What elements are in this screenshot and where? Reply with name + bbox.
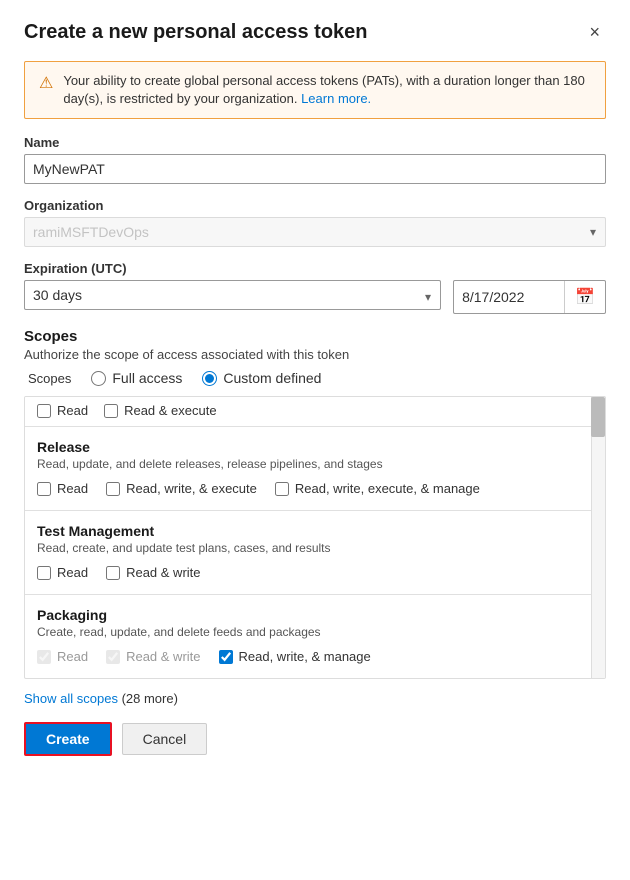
custom-defined-radio[interactable] — [202, 371, 217, 386]
full-access-option[interactable]: Full access — [91, 370, 182, 386]
release-scope-section: Release Read, update, and delete release… — [25, 427, 603, 511]
packaging-read-write-checkbox — [106, 650, 120, 664]
packaging-read-item[interactable]: Read — [37, 649, 88, 664]
partial-read-execute-label: Read & execute — [124, 403, 217, 418]
release-read-write-execute-label: Read, write, & execute — [126, 481, 257, 496]
scrollbar-track[interactable] — [591, 397, 605, 678]
packaging-read-write-item[interactable]: Read & write — [106, 649, 200, 664]
partial-read-item[interactable]: Read — [37, 403, 88, 418]
org-select[interactable]: ramiMSFTDevOps — [24, 217, 606, 247]
test-management-scope-section: Test Management Read, create, and update… — [25, 511, 603, 595]
calendar-icon: 📅 — [575, 289, 595, 306]
test-management-section-desc: Read, create, and update test plans, cas… — [37, 541, 591, 555]
test-read-write-checkbox[interactable] — [106, 566, 120, 580]
scopes-radio-row: Scopes Full access Custom defined — [28, 370, 606, 386]
name-form-group: Name — [24, 135, 606, 184]
full-access-radio[interactable] — [91, 371, 106, 386]
release-full-item[interactable]: Read, write, execute, & manage — [275, 481, 480, 496]
test-read-checkbox[interactable] — [37, 566, 51, 580]
show-all-count: (28 more) — [122, 691, 178, 706]
org-form-group: Organization ramiMSFTDevOps ▾ — [24, 198, 606, 247]
release-read-item[interactable]: Read — [37, 481, 88, 496]
custom-defined-option[interactable]: Custom defined — [202, 370, 321, 386]
show-all-link-text: Show all scopes — [24, 691, 118, 706]
partial-read-execute-checkbox[interactable] — [104, 404, 118, 418]
create-button[interactable]: Create — [24, 722, 112, 756]
test-read-label: Read — [57, 565, 88, 580]
scopes-description: Authorize the scope of access associated… — [24, 347, 606, 362]
scopes-title: Scopes — [24, 328, 606, 345]
date-input-wrapper: 📅 — [453, 280, 606, 314]
expiration-form-group: Expiration (UTC) 30 days 60 days 90 days… — [24, 261, 606, 314]
packaging-read-write-label: Read & write — [126, 649, 200, 664]
release-read-label: Read — [57, 481, 88, 496]
expiration-select[interactable]: 30 days 60 days 90 days 180 days Custom — [24, 280, 441, 310]
full-access-label: Full access — [112, 370, 182, 386]
packaging-read-label: Read — [57, 649, 88, 664]
expiration-row: 30 days 60 days 90 days 180 days Custom … — [24, 280, 606, 314]
test-read-item[interactable]: Read — [37, 565, 88, 580]
partial-read-checkbox[interactable] — [37, 404, 51, 418]
cancel-button[interactable]: Cancel — [122, 723, 208, 755]
expiration-select-wrapper: 30 days 60 days 90 days 180 days Custom … — [24, 280, 441, 314]
test-read-write-label: Read & write — [126, 565, 200, 580]
packaging-read-write-manage-checkbox[interactable] — [219, 650, 233, 664]
warning-icon: ⚠ — [39, 73, 53, 93]
packaging-scope-section: Packaging Create, read, update, and dele… — [25, 595, 603, 678]
release-section-title: Release — [37, 439, 591, 455]
test-management-checkboxes: Read Read & write — [37, 565, 591, 580]
custom-defined-label: Custom defined — [223, 370, 321, 386]
close-button[interactable]: × — [583, 20, 606, 45]
packaging-section-desc: Create, read, update, and delete feeds a… — [37, 625, 591, 639]
warning-text: Your ability to create global personal a… — [63, 72, 591, 108]
name-input[interactable] — [24, 154, 606, 184]
footer-buttons: Create Cancel — [24, 722, 606, 756]
packaging-section-title: Packaging — [37, 607, 591, 623]
calendar-icon-button[interactable]: 📅 — [564, 281, 605, 313]
release-full-checkbox[interactable] — [275, 482, 289, 496]
test-management-section-title: Test Management — [37, 523, 591, 539]
org-label: Organization — [24, 198, 606, 213]
date-input[interactable] — [454, 283, 564, 311]
scopes-section: Scopes Authorize the scope of access ass… — [24, 328, 606, 679]
scopes-content-box: Read Read & execute Release Read, update… — [24, 396, 606, 679]
name-label: Name — [24, 135, 606, 150]
scrollbar-thumb — [591, 397, 605, 437]
create-pat-dialog: Create a new personal access token × ⚠ Y… — [0, 0, 630, 880]
partial-read-label: Read — [57, 403, 88, 418]
top-partial-scope-row: Read Read & execute — [25, 397, 603, 427]
warning-banner: ⚠ Your ability to create global personal… — [24, 61, 606, 119]
release-section-desc: Read, update, and delete releases, relea… — [37, 457, 591, 471]
dialog-title: Create a new personal access token — [24, 21, 368, 44]
org-select-wrapper: ramiMSFTDevOps ▾ — [24, 217, 606, 247]
packaging-read-write-manage-label: Read, write, & manage — [239, 649, 371, 664]
expiration-label: Expiration (UTC) — [24, 261, 606, 276]
learn-more-link[interactable]: Learn more. — [301, 91, 371, 106]
scopes-radio-label: Scopes — [28, 371, 71, 386]
packaging-checkboxes: Read Read & write Read, write, & manage — [37, 649, 591, 664]
show-all-scopes-link[interactable]: Show all scopes (28 more) — [24, 691, 606, 706]
scopes-scroll-area[interactable]: Read Read & execute Release Read, update… — [25, 397, 605, 678]
release-read-write-execute-item[interactable]: Read, write, & execute — [106, 481, 257, 496]
release-read-checkbox[interactable] — [37, 482, 51, 496]
packaging-read-checkbox — [37, 650, 51, 664]
release-read-write-execute-checkbox[interactable] — [106, 482, 120, 496]
release-full-label: Read, write, execute, & manage — [295, 481, 480, 496]
dialog-header: Create a new personal access token × — [24, 20, 606, 45]
test-read-write-item[interactable]: Read & write — [106, 565, 200, 580]
partial-read-execute-item[interactable]: Read & execute — [104, 403, 217, 418]
release-checkboxes: Read Read, write, & execute Read, write,… — [37, 481, 591, 496]
packaging-read-write-manage-item[interactable]: Read, write, & manage — [219, 649, 371, 664]
